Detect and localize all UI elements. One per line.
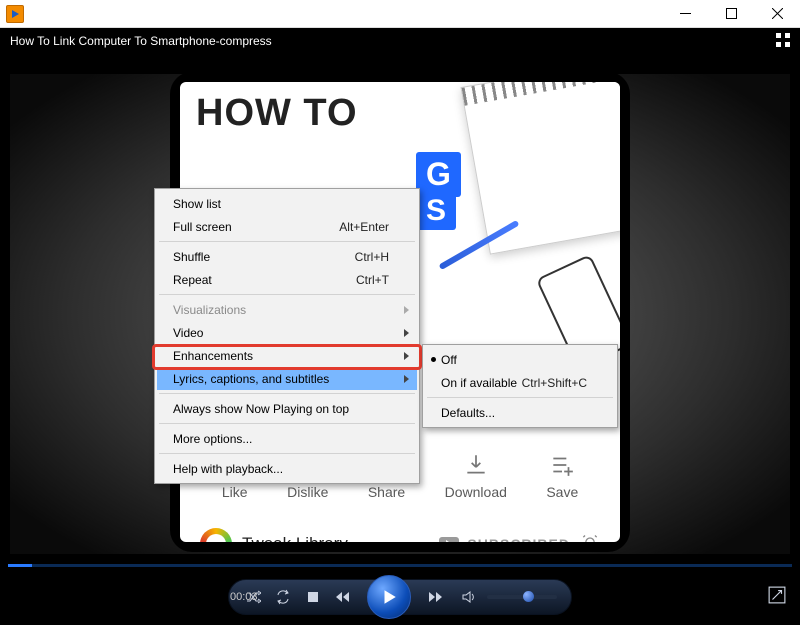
submenu-defaults[interactable]: Defaults... bbox=[425, 401, 615, 424]
maximize-button[interactable] bbox=[708, 0, 754, 28]
channel-row: Tweak Library SUBSCRIBED bbox=[196, 520, 604, 542]
fullscreen-button[interactable] bbox=[768, 586, 786, 607]
menu-more-options[interactable]: More options... bbox=[157, 427, 417, 450]
stop-button[interactable] bbox=[303, 587, 323, 607]
menu-enhancements[interactable]: Enhancements bbox=[157, 344, 417, 367]
menu-lyrics-captions-subtitles[interactable]: Lyrics, captions, and subtitles bbox=[157, 367, 417, 390]
menu-separator bbox=[159, 423, 415, 424]
subscribed-badge[interactable]: SUBSCRIBED bbox=[439, 536, 570, 542]
menu-show-list[interactable]: Show list bbox=[157, 192, 417, 215]
notepad-graphic bbox=[460, 82, 620, 255]
minimize-button[interactable] bbox=[662, 0, 708, 28]
seek-track bbox=[8, 564, 792, 567]
title-bar bbox=[0, 0, 800, 28]
submenu-off[interactable]: Off bbox=[425, 348, 615, 371]
repeat-button[interactable] bbox=[273, 587, 293, 607]
view-switch-icon[interactable] bbox=[776, 33, 790, 50]
menu-separator bbox=[427, 397, 613, 398]
menu-visualizations: Visualizations bbox=[157, 298, 417, 321]
hero-tag-1: G bbox=[416, 152, 461, 197]
menu-separator bbox=[159, 241, 415, 242]
elapsed-time: 00:03 bbox=[230, 591, 258, 603]
menu-full-screen[interactable]: Full screenAlt+Enter bbox=[157, 215, 417, 238]
seek-fill bbox=[8, 564, 32, 567]
menu-repeat[interactable]: RepeatCtrl+T bbox=[157, 268, 417, 291]
now-playing-header: How To Link Computer To Smartphone-compr… bbox=[0, 28, 800, 54]
app-icon bbox=[6, 5, 24, 23]
video-stage[interactable]: HOW TO G S Like Dislike Share Download S… bbox=[0, 54, 800, 562]
close-button[interactable] bbox=[754, 0, 800, 28]
window-controls bbox=[662, 0, 800, 28]
menu-always-on-top[interactable]: Always show Now Playing on top bbox=[157, 397, 417, 420]
chevron-right-icon bbox=[404, 329, 409, 337]
chevron-right-icon bbox=[404, 352, 409, 360]
next-button[interactable] bbox=[425, 587, 445, 607]
menu-video[interactable]: Video bbox=[157, 321, 417, 344]
volume-slider[interactable] bbox=[487, 595, 557, 599]
mute-button[interactable] bbox=[459, 587, 479, 607]
menu-separator bbox=[159, 453, 415, 454]
context-menu: Show list Full screenAlt+Enter ShuffleCt… bbox=[154, 188, 420, 484]
submenu-on-if-available[interactable]: On if availableCtrl+Shift+C bbox=[425, 371, 615, 394]
previous-button[interactable] bbox=[333, 587, 353, 607]
menu-shuffle[interactable]: ShuffleCtrl+H bbox=[157, 245, 417, 268]
bell-icon[interactable] bbox=[580, 533, 600, 543]
hero-tag-2: S bbox=[416, 192, 456, 230]
menu-separator bbox=[159, 294, 415, 295]
play-button[interactable] bbox=[367, 575, 411, 619]
channel-name[interactable]: Tweak Library bbox=[242, 534, 348, 542]
save-button[interactable]: Save bbox=[546, 452, 578, 500]
youtube-icon bbox=[439, 537, 459, 542]
context-submenu-subtitles: Off On if availableCtrl+Shift+C Defaults… bbox=[422, 344, 618, 428]
menu-help[interactable]: Help with playback... bbox=[157, 457, 417, 480]
chevron-right-icon bbox=[404, 306, 409, 314]
chevron-right-icon bbox=[404, 375, 409, 383]
video-title: How To Link Computer To Smartphone-compr… bbox=[10, 34, 272, 48]
download-button[interactable]: Download bbox=[445, 452, 507, 500]
menu-separator bbox=[159, 393, 415, 394]
channel-logo[interactable] bbox=[200, 528, 232, 542]
control-pill bbox=[228, 579, 572, 615]
playback-controls: 00:03 bbox=[0, 568, 800, 625]
radio-selected-icon bbox=[431, 357, 436, 362]
